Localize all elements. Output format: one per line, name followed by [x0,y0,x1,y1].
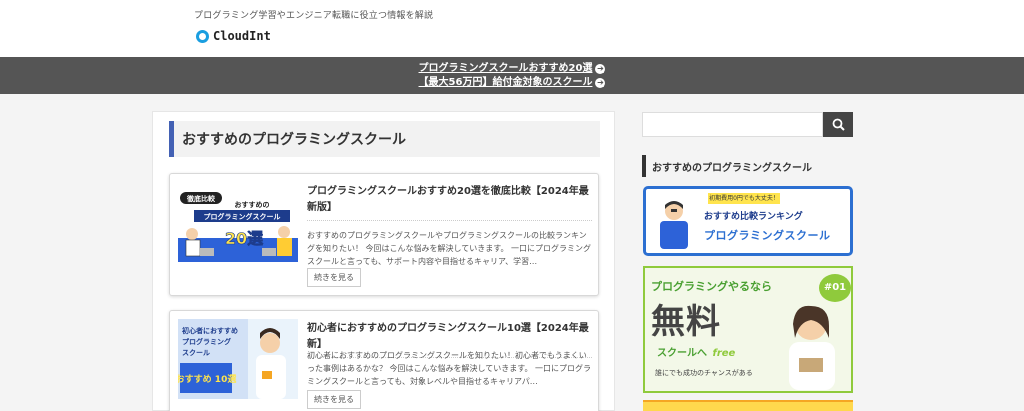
search-input[interactable] [642,112,823,137]
arrow-circle-icon: ➔ [595,77,606,88]
banner-ribbon: 初期費用0円でも大丈夫！ [708,193,780,204]
logo-ring-icon [196,29,209,43]
notice-link-recommend[interactable]: プログラミングスクールおすすめ20選 ➔ [419,62,606,76]
woman-photo [789,305,835,390]
svg-text:プログラミングスクール: プログラミングスクール [204,212,281,221]
post-thumbnail[interactable]: 徹底比較 おすすめの プログラミングスクール 20選 [178,182,298,262]
search-button[interactable] [823,112,853,137]
read-more-button[interactable]: 続きを見る [307,390,361,409]
svg-text:おすすめの: おすすめの [235,200,270,209]
banner-subheadline: プログラミングスクール [704,229,831,242]
thumbnail-illustration: 初心者におすすめ プログラミング スクール おすすめ 10選 [178,319,298,399]
notice-link-label: 【最大56万円】給付金対象のスクール [418,76,593,88]
banner-big-text: 無料 [651,302,721,342]
banner-school-text: スクールへ [657,348,707,359]
arrow-circle-icon: ➔ [595,63,606,74]
svg-text:徹底比較: 徹底比較 [186,194,216,203]
notice-link-label: プログラミングスクールおすすめ20選 [418,62,593,74]
post-excerpt: 初心者におすすめのプログラミングスクールを知りたい！初心者でもうまくいった事例は… [307,351,592,386]
svg-text:20選: 20選 [225,229,263,248]
sidebar-search [642,112,853,137]
free-school-banner[interactable]: プログラミングやるなら 無料 スクールへ free 誰にでも成功のチャンスがある… [643,266,853,393]
search-icon [832,118,845,131]
main-content: おすすめのプログラミングスクール 徹底比較 おすすめの プログラミングスクール … [152,111,615,411]
post-card[interactable]: 徹底比較 おすすめの プログラミングスクール 20選 プログラミングスクールおす… [169,173,599,296]
svg-text:初心者におすすめ: 初心者におすすめ [182,326,238,335]
post-title[interactable]: プログラミングスクールおすすめ20選を徹底比較【2024年最新版】 [307,184,592,221]
post-thumbnail[interactable]: 初心者におすすめ プログラミング スクール おすすめ 10選 [178,319,298,399]
ranking-banner[interactable]: 初期費用0円でも大丈夫！ おすすめ比較ランキング プログラミングスクール [643,186,853,256]
site-header: プログラミング学習やエンジニア転職に役立つ情報を解説 CloudInt [0,0,1024,57]
widget-title: おすすめのプログラミングスクール [642,155,853,177]
banner-headline: おすすめ比較ランキング [704,212,803,222]
logo-text: CloudInt [213,29,271,43]
site-logo[interactable]: CloudInt [196,29,271,43]
svg-text:おすすめ 10選: おすすめ 10選 [178,374,237,385]
banner-headline: プログラミングやるなら [651,280,772,293]
read-more-button[interactable]: 続きを見る [307,268,361,287]
notice-bar: プログラミングスクールおすすめ20選 ➔ 【最大56万円】給付金対象のスクール … [0,57,1024,94]
person-illustration [660,201,688,249]
banner-free-text: free [712,348,736,359]
banner-caption: 誰にでも成功のチャンスがある [655,369,753,377]
thumbnail-illustration: 徹底比較 おすすめの プログラミングスクール 20選 [178,182,298,262]
banner-number-badge: #01 [819,274,851,302]
svg-text:プログラミング: プログラミング [182,337,231,346]
site-tagline: プログラミング学習やエンジニア転職に役立つ情報を解説 [194,11,434,21]
section-heading: おすすめのプログラミングスクール [169,121,600,157]
post-card[interactable]: 初心者におすすめ プログラミング スクール おすすめ 10選 初心者におすすめの… [169,310,599,411]
post-excerpt: おすすめのプログラミングスクールやプログラミングスクールの比較ランキングを知りた… [307,231,592,266]
svg-text:スクール: スクール [182,348,210,357]
banner-subheadline: スクールへ free [657,344,735,359]
sidebar-banner-partial[interactable] [643,400,853,411]
notice-link-subsidy[interactable]: 【最大56万円】給付金対象のスクール ➔ [419,76,606,90]
